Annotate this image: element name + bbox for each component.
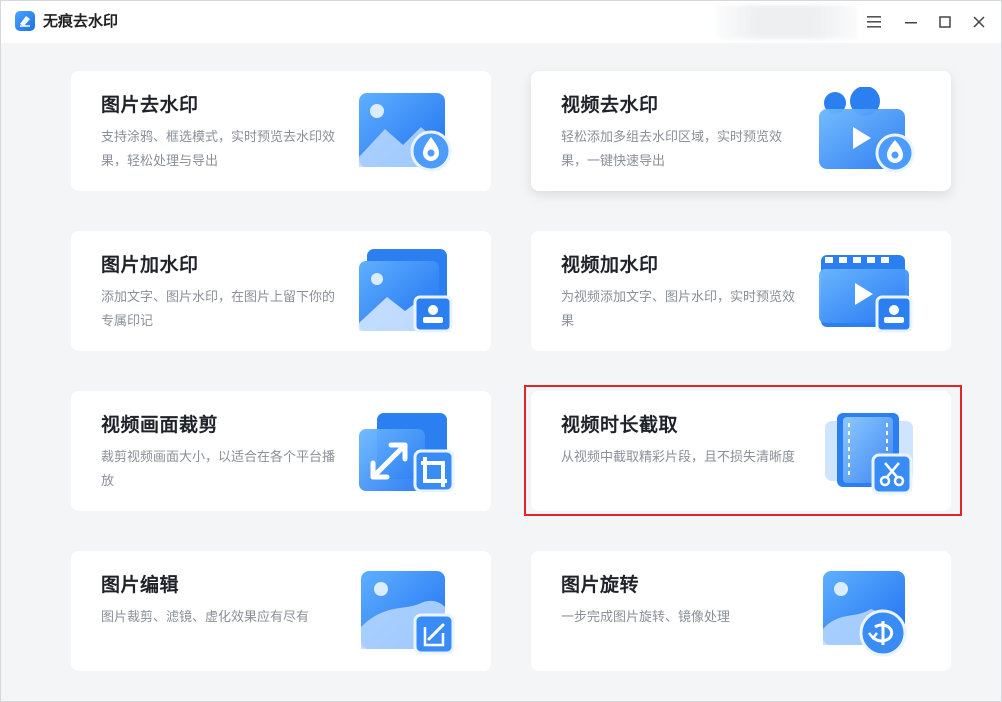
card-image-rotate[interactable]: 图片旋转 一步完成图片旋转、镜像处理 xyxy=(531,551,951,671)
card-description: 轻松添加多组去水印区域，实时预览效果，一键快速导出 xyxy=(561,130,783,169)
card-title: 图片旋转 xyxy=(561,574,640,596)
card-description: 一步完成图片旋转、镜像处理 xyxy=(561,610,731,625)
image-rotate-icon xyxy=(815,567,915,657)
card-video-trim[interactable]: 视频时长截取 从视频中截取精彩片段，且不损失清晰度 xyxy=(531,391,951,511)
card-description: 从视频中截取精彩片段，且不损失清晰度 xyxy=(561,450,796,465)
video-add-watermark-icon xyxy=(815,247,915,337)
card-image-edit[interactable]: 图片编辑 图片裁剪、滤镜、虚化效果应有尽有 xyxy=(71,551,491,671)
video-trim-icon xyxy=(815,407,915,497)
card-description: 图片裁剪、滤镜、虚化效果应有尽有 xyxy=(101,610,310,625)
card-title: 视频去水印 xyxy=(561,94,659,116)
menu-icon[interactable] xyxy=(861,9,887,35)
card-description: 为视频添加文字、图片水印，实时预览效果 xyxy=(561,290,796,329)
card-title: 图片编辑 xyxy=(101,574,180,596)
maximize-icon[interactable] xyxy=(932,9,958,35)
card-image-remove-watermark[interactable]: 图片去水印 支持涂鸦、框选模式，实时预览去水印效果，轻松处理与导出 xyxy=(71,71,491,191)
card-description: 裁剪视频画面大小，以适合在各个平台播放 xyxy=(101,450,336,489)
card-video-remove-watermark[interactable]: 视频去水印 轻松添加多组去水印区域，实时预览效果，一键快速导出 xyxy=(531,71,951,191)
card-description: 支持涂鸦、框选模式，实时预览去水印效果，轻松处理与导出 xyxy=(101,130,336,169)
image-add-watermark-icon xyxy=(355,247,455,337)
card-title: 图片加水印 xyxy=(101,254,199,276)
card-description: 添加文字、图片水印，在图片上留下你的专属印记 xyxy=(101,290,336,329)
user-account-area[interactable] xyxy=(715,5,857,39)
app-window: 无痕去水印 图片去水印 支持涂鸦、框选模式，实时预览去水印效果，轻松处理与导出 xyxy=(0,0,1002,702)
app-title: 无痕去水印 xyxy=(43,12,119,30)
card-title: 视频加水印 xyxy=(561,254,659,276)
card-video-crop[interactable]: 视频画面裁剪 裁剪视频画面大小，以适合在各个平台播放 xyxy=(71,391,491,511)
card-image-add-watermark[interactable]: 图片加水印 添加文字、图片水印，在图片上留下你的专属印记 xyxy=(71,231,491,351)
image-edit-icon xyxy=(355,567,455,657)
card-title: 视频画面裁剪 xyxy=(101,414,219,436)
minimize-icon[interactable] xyxy=(898,9,924,35)
video-remove-watermark-icon xyxy=(815,86,915,177)
card-title: 视频时长截取 xyxy=(561,414,679,436)
card-video-add-watermark[interactable]: 视频加水印 为视频添加文字、图片水印，实时预览效果 xyxy=(531,231,951,351)
card-title: 图片去水印 xyxy=(101,94,199,116)
title-bar[interactable]: 无痕去水印 xyxy=(1,1,1001,43)
image-remove-watermark-icon xyxy=(355,87,455,177)
app-logo-icon xyxy=(15,11,35,31)
close-icon[interactable] xyxy=(966,9,992,35)
video-crop-icon xyxy=(355,407,455,497)
